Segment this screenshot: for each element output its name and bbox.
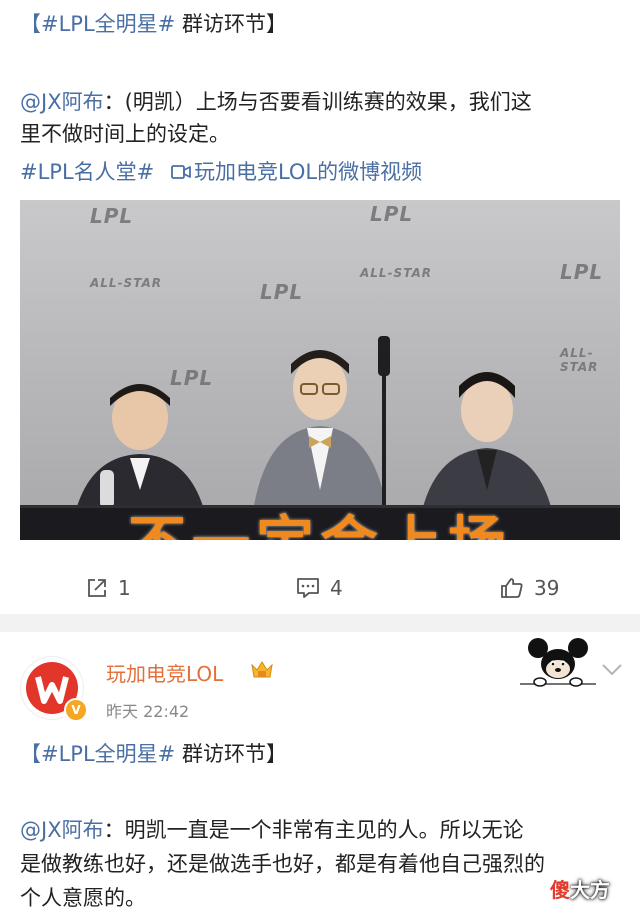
lpl-logo: LPL — [560, 260, 604, 284]
image-caption: 不一定会上场 — [20, 496, 620, 540]
lpl-logo: LPL — [260, 280, 304, 304]
comment-count: 4 — [330, 576, 343, 600]
share-icon — [88, 579, 106, 597]
post1-links-line: #LPL名人堂# 玩加电竞LOL的微博视频 — [20, 156, 624, 188]
video-link[interactable]: 玩加电竞LOL的微博视频 — [171, 160, 422, 184]
post2-topic-line: 【#LPL全明星# 群访环节】 — [20, 738, 624, 770]
mention-link[interactable]: @JX阿布 — [20, 90, 104, 114]
vip-crown-icon — [251, 661, 273, 678]
comment-button[interactable]: 4 — [296, 576, 343, 600]
share-button[interactable]: 1 — [86, 576, 131, 600]
lpl-logo: LPL — [370, 202, 414, 226]
allstar-logo: ALL-STAR — [360, 266, 432, 280]
share-count: 1 — [118, 576, 131, 600]
hashtag-link[interactable]: #LPL名人堂# — [20, 160, 154, 184]
post-divider — [0, 614, 640, 632]
topic-hashtag-link[interactable]: 【#LPL全明星# — [20, 742, 175, 766]
comment-icon — [297, 578, 319, 598]
topic-suffix: 群访环节】 — [175, 742, 287, 766]
allstar-logo: ALL-STAR — [90, 276, 162, 290]
verified-badge-icon: V — [64, 698, 88, 722]
post-photo[interactable]: LPL LPL LPL LPL LPL ALL-STAR ALL-STAR AL… — [20, 200, 620, 540]
watermark-rest: 大方 — [570, 878, 610, 902]
mickey-sticker-icon — [520, 638, 596, 687]
post2-quote-line: @JX阿布：明凯一直是一个非常有主见的人。所以无论 — [20, 814, 624, 846]
post2-quote-line2: 是做教练也好，还是做选手也好，都是有着他自己强烈的 — [20, 852, 545, 876]
post-author[interactable]: 玩加电竞LOL — [106, 658, 223, 687]
like-button[interactable]: 39 — [500, 576, 559, 600]
post1-quote-line2: 里不做时间上的设定。 — [20, 122, 230, 146]
like-count: 39 — [534, 576, 560, 600]
post1-quote-line: @JX阿布：(明凯）上场与否要看训练赛的效果，我们这 — [20, 86, 624, 118]
lpl-logo: LPL — [90, 204, 134, 228]
post2-quote-line3: 个人意愿的。 — [20, 886, 146, 910]
mention-link[interactable]: @JX阿布 — [20, 818, 104, 842]
post-timestamp: 昨天 22:42 — [106, 702, 190, 721]
watermark: 傻大方 — [550, 874, 610, 903]
video-icon — [171, 165, 191, 179]
chevron-down-icon[interactable] — [600, 662, 624, 678]
microphone-stand — [378, 336, 390, 516]
post1-topic-line: 【#LPL全明星# 群访环节】 — [20, 8, 624, 40]
topic-hashtag-link[interactable]: 【#LPL全明星# — [20, 12, 175, 36]
watermark-red: 傻 — [550, 878, 570, 902]
quote-text: ：明凯一直是一个非常有主见的人。所以无论 — [103, 818, 524, 842]
video-link-label: 玩加电竞LOL的微博视频 — [193, 160, 423, 184]
like-icon — [501, 578, 523, 598]
action-bar: 1 4 39 — [0, 566, 640, 612]
quote-text: ：(明凯）上场与否要看训练赛的效果，我们这 — [103, 90, 532, 114]
topic-suffix: 群访环节】 — [175, 12, 287, 36]
allstar-logo: ALL-STAR — [560, 346, 599, 374]
